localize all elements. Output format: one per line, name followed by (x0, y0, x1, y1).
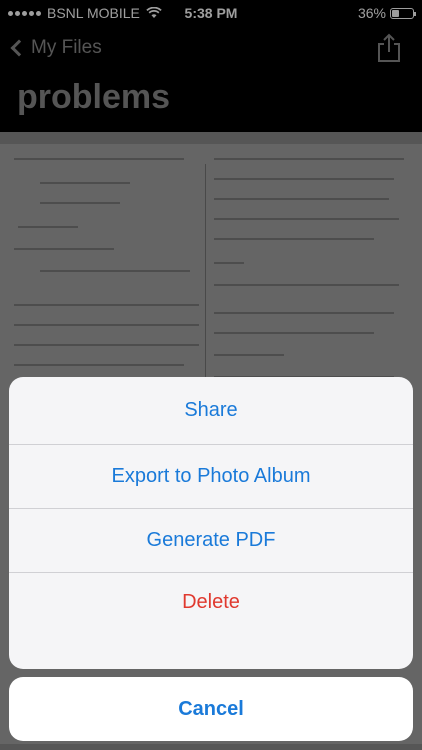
delete-button[interactable]: Delete (9, 573, 413, 669)
share-action-button[interactable]: Share (9, 377, 413, 445)
generate-pdf-button[interactable]: Generate PDF (9, 509, 413, 573)
export-to-photo-album-button[interactable]: Export to Photo Album (9, 445, 413, 509)
action-sheet: Share Export to Photo Album Generate PDF… (9, 377, 413, 669)
cancel-button[interactable]: Cancel (9, 677, 413, 741)
